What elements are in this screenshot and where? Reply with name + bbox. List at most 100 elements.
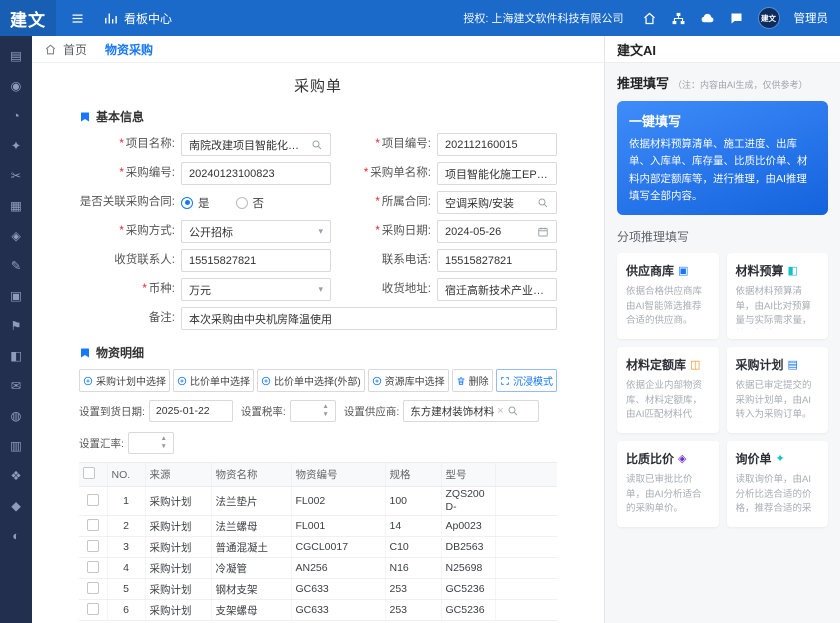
one-click-fill-card[interactable]: 一键填写 依据材料预算清单、施工进度、出库单、入库单、库存量、比质比价单、材料内… xyxy=(617,101,828,215)
card-description: 读取已审批比价单，由AI分析适合的采购单价。 xyxy=(626,473,710,516)
project-no-value: 202112160015 xyxy=(445,139,549,151)
chat-icon[interactable] xyxy=(729,11,744,26)
breadcrumb-home[interactable]: 首页 xyxy=(63,41,87,58)
search-icon[interactable] xyxy=(311,139,323,151)
currency-select[interactable]: 万元 ▾ xyxy=(181,278,331,301)
app-logo[interactable]: 建文 xyxy=(0,0,56,36)
radio-option-no[interactable]: 否 xyxy=(236,195,265,211)
radio-option-yes[interactable]: 是 xyxy=(181,195,210,211)
search-icon[interactable] xyxy=(537,197,549,209)
purchase-no-input[interactable]: 20240123100823 xyxy=(181,162,331,185)
section-basic-info: 基本信息 xyxy=(79,108,557,125)
batch-settings-row: 设置到货日期: 2025-01-22 设置税率: ▲▼ 设置供应商: 东方建材装 xyxy=(79,400,557,454)
date-input[interactable]: 2024-05-26 xyxy=(437,220,557,243)
breadcrumb-current[interactable]: 物资采购 xyxy=(105,41,153,58)
select-from-resource-button[interactable]: 资源库中选择 xyxy=(368,369,449,392)
table-row[interactable]: 3 采购计划 普通混凝土 CGCL0017 C10 DB2563 xyxy=(79,537,557,558)
infer-fill-note: （注：内容由AI生成，仅供参考） xyxy=(673,78,808,91)
col-source: 来源 xyxy=(145,463,211,487)
currency-value: 万元 xyxy=(189,282,314,298)
table-row[interactable]: 2 采购计划 法兰螺母 FL001 14 Ap0023 xyxy=(79,516,557,537)
sidebar-icon-clock[interactable]: ◔ xyxy=(8,108,24,124)
trash-icon xyxy=(456,376,466,386)
sitemap-icon[interactable] xyxy=(671,11,686,26)
sidebar-icon-mail[interactable]: ✉ xyxy=(8,378,24,394)
hamburger-menu-icon[interactable] xyxy=(70,11,85,26)
breadcrumb-home-icon[interactable] xyxy=(44,43,57,56)
row-checkbox[interactable] xyxy=(87,540,99,552)
row-checkbox[interactable] xyxy=(87,582,99,594)
ai-card-supplier-library[interactable]: 供应商库 ▣ 依据合格供应商库由AI智能筛选推荐合适的供应商。 xyxy=(617,253,719,339)
sidebar-icon-table[interactable]: ▥ xyxy=(8,438,24,454)
sidebar-icon-flag[interactable]: ⚑ xyxy=(8,318,24,334)
cloud-icon[interactable] xyxy=(700,11,715,26)
contract-input[interactable]: 空调采购/安装 xyxy=(437,191,557,214)
tax-rate-stepper[interactable]: ▲▼ xyxy=(290,400,336,422)
sidebar-icon-star[interactable]: ✦ xyxy=(8,138,24,154)
table-row[interactable]: 6 采购计划 支架螺母 GC633 253 GC5236 xyxy=(79,600,557,621)
home-icon[interactable] xyxy=(642,11,657,26)
supplier-input[interactable]: 东方建材装饰材料 × xyxy=(403,400,539,422)
method-select[interactable]: 公开招标 ▾ xyxy=(181,220,331,243)
search-icon[interactable] xyxy=(507,405,519,417)
brand-badge[interactable]: 建文 xyxy=(758,7,780,29)
table-row[interactable]: 1 采购计划 法兰垫片 FL002 100 ZQS200D- xyxy=(79,487,557,516)
ai-panel: 建文AI 推理填写 （注：内容由AI生成，仅供参考） 一键填写 依据材料预算清单… xyxy=(604,36,840,623)
calendar-icon[interactable] xyxy=(537,226,549,238)
sidebar-icon-list[interactable]: ▤ xyxy=(8,48,24,64)
section-basic-label: 基本信息 xyxy=(96,108,144,125)
sidebar-icon-contrast[interactable]: ◐ xyxy=(8,528,24,544)
arrival-date-input[interactable]: 2025-01-22 xyxy=(149,400,233,422)
select-from-compare-external-button[interactable]: 比价单中选择(外部) xyxy=(257,369,365,392)
remark-input[interactable]: 本次采购由中央机房降温使用 xyxy=(181,307,557,330)
sidebar-icon-gem[interactable]: ◈ xyxy=(8,228,24,244)
materials-table: NO. 来源 物资名称 物资编号 规格 型号 1 采购计划 法兰垫片 xyxy=(79,462,557,621)
ai-card-inquiry-order[interactable]: 询价单 ✦ 读取询价单，由AI分析比选合适的价格，推荐合适的采购单价。 xyxy=(727,441,829,527)
exchange-rate-stepper[interactable]: ▲▼ xyxy=(128,432,174,454)
left-sidebar: ▤ ◉ ◔ ✦ ✂ ▦ ◈ ✎ ▣ ⚑ ◧ ✉ ◍ ▥ ❖ ◆ ◐ xyxy=(0,36,32,623)
row-checkbox[interactable] xyxy=(87,561,99,573)
sidebar-icon-record[interactable]: ◉ xyxy=(8,78,24,94)
sidebar-icon-layout[interactable]: ◧ xyxy=(8,348,24,364)
select-from-compare-button[interactable]: 比价单中选择 xyxy=(173,369,254,392)
chevron-down-icon: ▾ xyxy=(318,284,323,295)
date-label: 采购日期: xyxy=(337,224,431,238)
row-checkbox[interactable] xyxy=(87,603,99,615)
row-checkbox[interactable] xyxy=(87,519,99,531)
admin-user-label[interactable]: 管理员 xyxy=(794,10,829,26)
sidebar-icon-disc[interactable]: ◍ xyxy=(8,408,24,424)
page-title: 采购单 xyxy=(32,75,604,96)
stepper-arrows-icon[interactable]: ▲▼ xyxy=(322,404,328,418)
ai-card-material-budget[interactable]: 材料预算 ◧ 依据材料预算清单，由AI比对预算量与实际需求量，并分析差异。 xyxy=(727,253,829,339)
sidebar-icon-diamond[interactable]: ◆ xyxy=(8,498,24,514)
sidebar-icon-panel[interactable]: ▣ xyxy=(8,288,24,304)
table-row[interactable]: 5 采购计划 钢材支架 GC633 253 GC5236 xyxy=(79,579,557,600)
clear-icon[interactable]: × xyxy=(497,405,503,417)
ai-card-price-comparison[interactable]: 比质比价 ◈ 读取已审批比价单，由AI分析适合的采购单价。 xyxy=(617,441,719,527)
purchase-name-input[interactable]: 项目智能化施工EPC项目材料采购 xyxy=(437,162,557,185)
table-row[interactable]: 4 采购计划 冷凝管 AN256 N16 N25698 xyxy=(79,558,557,579)
sidebar-icon-modules[interactable]: ❖ xyxy=(8,468,24,484)
related-contract-radios: 是 否 xyxy=(181,195,331,211)
date-value: 2024-05-26 xyxy=(445,226,533,238)
ai-card-material-quota-library[interactable]: 材料定额库 ◫ 依据企业内部物资库、材料定额库，由AI匹配材料代码、品类、规格型… xyxy=(617,347,719,433)
receiver-input[interactable]: 15515827821 xyxy=(181,249,331,272)
stepper-arrows-icon[interactable]: ▲▼ xyxy=(160,436,166,450)
address-label: 收货地址: xyxy=(337,282,431,296)
sidebar-icon-pencil[interactable]: ✎ xyxy=(8,258,24,274)
nav-kanban-center[interactable]: 看板中心 xyxy=(103,10,172,27)
phone-input[interactable]: 15515827821 xyxy=(437,249,557,272)
sidebar-icon-scissors[interactable]: ✂ xyxy=(8,168,24,184)
nav-kanban-label: 看板中心 xyxy=(124,10,172,27)
sidebar-icon-grid[interactable]: ▦ xyxy=(8,198,24,214)
materials-toolbar: 采购计划中选择 比价单中选择 比价单中选择(外部) 资源库中选择 删除 xyxy=(79,369,557,392)
address-input[interactable]: 宿迁高新技术产业开发区开发大道北侧 xyxy=(437,278,557,301)
ai-card-purchase-plan[interactable]: 采购计划 ▤ 依据已审定提交的采购计划单，由AI转入为采购订单。 xyxy=(727,347,829,433)
delete-button[interactable]: 删除 xyxy=(452,369,493,392)
select-all-checkbox[interactable] xyxy=(83,467,95,479)
immersive-mode-button[interactable]: 沉浸模式 xyxy=(496,369,557,392)
select-from-plan-button[interactable]: 采购计划中选择 xyxy=(79,369,170,392)
project-no-input[interactable]: 202112160015 xyxy=(437,133,557,156)
row-checkbox[interactable] xyxy=(87,494,99,506)
project-name-input[interactable]: 南院改建项目智能化施工EPC项目 xyxy=(181,133,331,156)
